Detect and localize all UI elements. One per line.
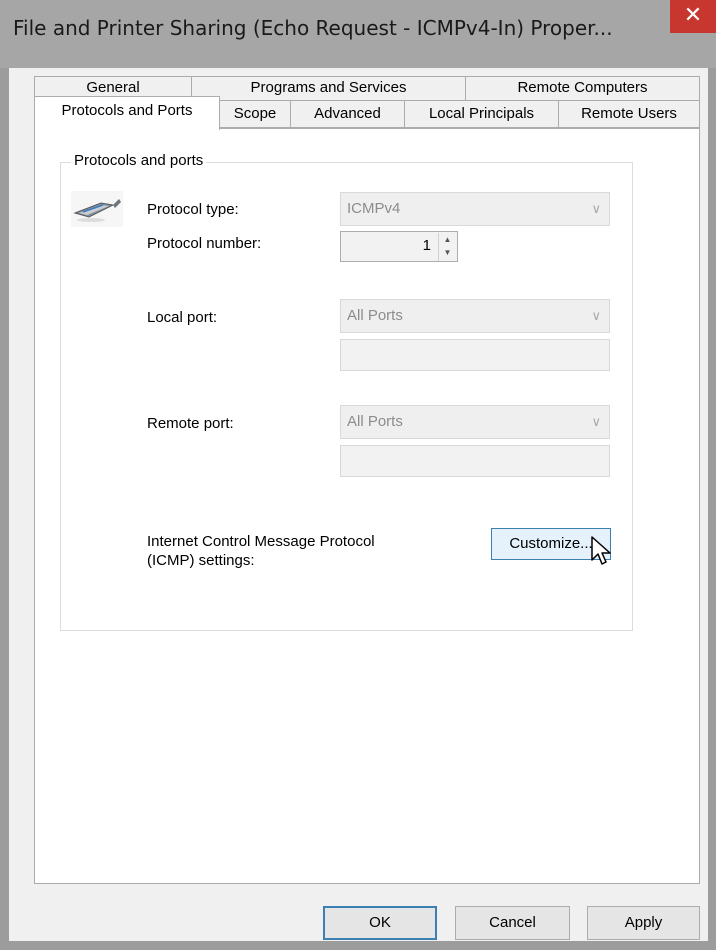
- ok-button[interactable]: OK: [323, 906, 437, 940]
- local-port-select[interactable]: All Ports ∨: [340, 299, 610, 333]
- network-cable-icon: [71, 191, 123, 232]
- local-port-value: All Ports: [347, 307, 403, 324]
- apply-button[interactable]: Apply: [587, 906, 700, 940]
- protocol-type-value: ICMPv4: [347, 200, 401, 217]
- tab-scope[interactable]: Scope: [219, 100, 291, 128]
- protocol-number-label: Protocol number:: [147, 235, 262, 252]
- apply-label: Apply: [624, 914, 663, 931]
- chevron-down-icon: ∨: [591, 201, 601, 216]
- protocol-type-label: Protocol type:: [147, 201, 239, 218]
- protocol-type-select[interactable]: ICMPv4 ∨: [340, 192, 610, 226]
- properties-window: File and Printer Sharing (Echo Request -…: [0, 0, 716, 950]
- protocol-number-stepper[interactable]: 1 ▲ ▼: [340, 231, 458, 262]
- close-button[interactable]: ✕: [670, 0, 716, 33]
- icmp-label-line2: (ICMP) settings:: [147, 552, 255, 569]
- group-title: Protocols and ports: [71, 152, 207, 169]
- chevron-down-icon: ∨: [591, 414, 601, 429]
- remote-port-value: All Ports: [347, 413, 403, 430]
- remote-port-select[interactable]: All Ports ∨: [340, 405, 610, 439]
- tab-protocols-and-ports[interactable]: Protocols and Ports: [34, 96, 220, 130]
- cancel-button[interactable]: Cancel: [455, 906, 570, 940]
- tab-programs-and-services[interactable]: Programs and Services: [191, 76, 466, 101]
- tab-remote-computers[interactable]: Remote Computers: [465, 76, 700, 101]
- icmp-label-line1: Internet Control Message Protocol: [147, 533, 375, 550]
- spin-buttons[interactable]: ▲ ▼: [438, 233, 456, 261]
- dialog-client: General Programs and Services Remote Com…: [9, 68, 708, 941]
- tab-panel: Protocols and ports Protocol type: ICMPv…: [34, 128, 700, 884]
- title-bar[interactable]: File and Printer Sharing (Echo Request -…: [0, 0, 716, 68]
- protocols-groupbox: Protocols and ports Protocol type: ICMPv…: [60, 152, 633, 631]
- remote-port-label: Remote port:: [147, 415, 234, 432]
- remote-port-input[interactable]: [340, 445, 610, 477]
- window-title: File and Printer Sharing (Echo Request -…: [13, 16, 613, 40]
- mouse-cursor-icon: [591, 536, 613, 573]
- tab-local-principals[interactable]: Local Principals: [404, 100, 559, 128]
- chevron-down-icon: ∨: [591, 308, 601, 323]
- spin-down-icon[interactable]: ▼: [439, 246, 456, 259]
- protocol-number-value: 1: [422, 237, 431, 254]
- tab-remote-users[interactable]: Remote Users: [558, 100, 700, 128]
- spin-up-icon[interactable]: ▲: [439, 233, 456, 246]
- tab-advanced[interactable]: Advanced: [290, 100, 405, 128]
- local-port-input[interactable]: [340, 339, 610, 371]
- local-port-label: Local port:: [147, 309, 218, 326]
- close-icon: ✕: [683, 3, 703, 28]
